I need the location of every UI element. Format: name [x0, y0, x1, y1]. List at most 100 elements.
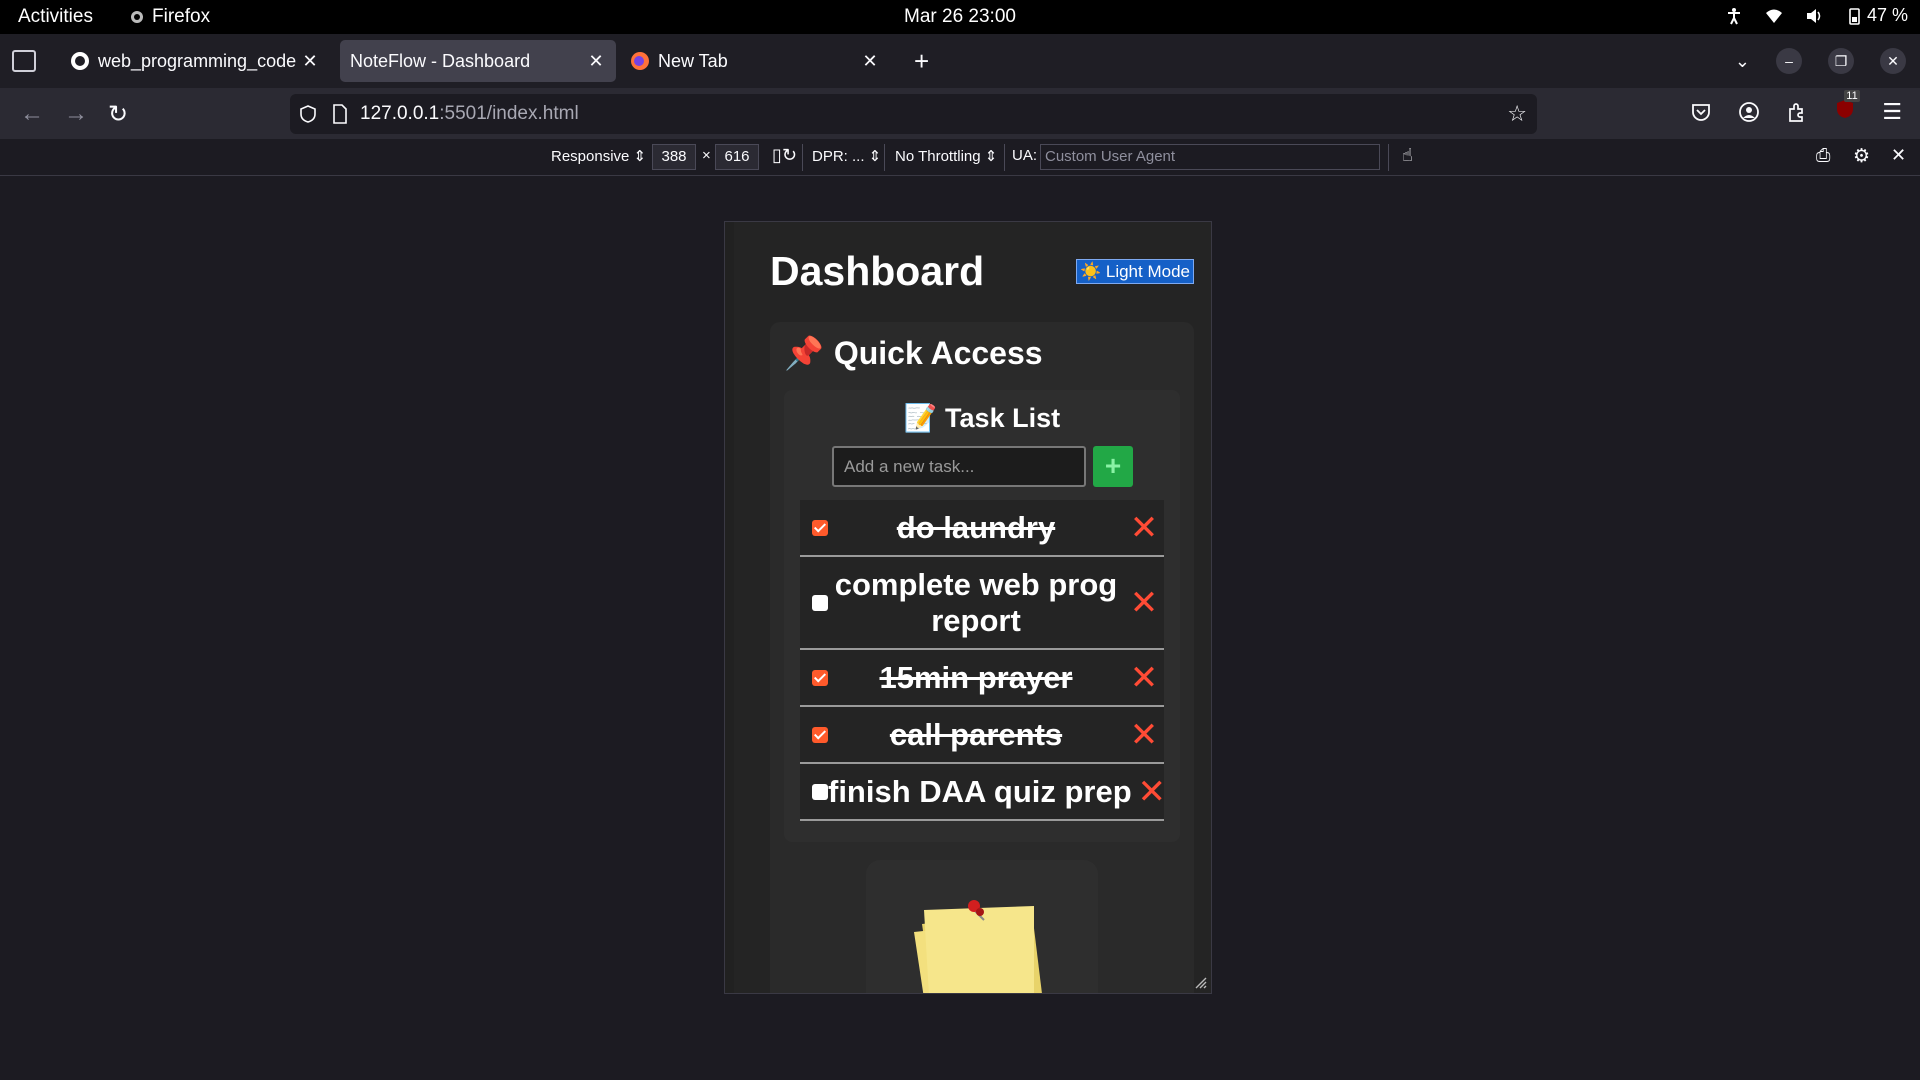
github-icon: [71, 52, 89, 70]
light-mode-button[interactable]: ☀️ Light Mode: [1076, 259, 1194, 284]
task-list-heading: 📝 Task List: [784, 402, 1180, 434]
task-row: complete web prog report ✕: [800, 557, 1164, 650]
delete-task-icon[interactable]: ✕: [1124, 583, 1164, 623]
firefox-app-icon: [131, 11, 143, 23]
task-row: 15min prayer ✕: [800, 650, 1164, 707]
dpr-selector-label: DPR: ...: [812, 148, 865, 165]
close-tab-icon[interactable]: ✕: [586, 51, 606, 72]
task-row: call parents ✕: [800, 707, 1164, 764]
task-checkbox[interactable]: [812, 783, 828, 800]
close-window-button[interactable]: ✕: [1880, 48, 1906, 74]
touch-simulation-icon[interactable]: ☝: [1402, 145, 1413, 166]
tab-label: New Tab: [658, 50, 728, 71]
close-tab-icon[interactable]: ✕: [860, 51, 880, 72]
device-selector[interactable]: Responsive ⇕: [551, 147, 646, 165]
task-checkbox[interactable]: [812, 669, 828, 686]
task-list-card: 📝 Task List + do laundry ✕ complete web …: [784, 390, 1180, 842]
close-rdm-icon[interactable]: ✕: [1891, 145, 1906, 166]
delete-task-icon[interactable]: ✕: [1124, 658, 1164, 698]
back-icon[interactable]: ←: [20, 100, 44, 128]
custom-user-agent-input[interactable]: Custom User Agent: [1040, 144, 1380, 170]
system-tray[interactable]: 47 %: [1725, 5, 1908, 26]
task-row: finish DAA quiz prep ✕: [800, 764, 1166, 821]
task-list: do laundry ✕ complete web prog report ✕ …: [800, 500, 1166, 821]
activities-button[interactable]: Activities: [18, 6, 93, 28]
app-menu[interactable]: Firefox: [130, 6, 210, 28]
forward-icon[interactable]: →: [64, 100, 88, 128]
minimize-button[interactable]: –: [1776, 48, 1802, 74]
accessibility-icon: [1727, 7, 1740, 24]
task-checkbox[interactable]: [812, 594, 828, 611]
battery-percentage: 47 %: [1866, 5, 1908, 25]
system-top-bar: Activities Firefox Mar 26 23:00 47 %: [0, 0, 1920, 34]
tab-label: web_programming_code: [98, 50, 297, 71]
resize-handle-icon[interactable]: [1193, 975, 1207, 989]
page-title: Dashboard: [770, 248, 985, 294]
dpr-selector[interactable]: DPR: ... ⇕: [812, 147, 881, 165]
clock[interactable]: Mar 26 23:00: [904, 6, 1016, 27]
tab-noteflow-dashboard[interactable]: NoteFlow - Dashboard ✕: [340, 40, 616, 82]
task-list-title: Task List: [945, 403, 1061, 433]
delete-task-icon[interactable]: ✕: [1124, 715, 1164, 755]
task-checkbox[interactable]: [812, 726, 828, 743]
tab-web-programming[interactable]: web_programming_code ✕: [60, 40, 330, 82]
pocket-icon[interactable]: [1690, 101, 1712, 123]
page-icon[interactable]: [332, 104, 348, 124]
task-text: complete web prog report: [834, 566, 1118, 638]
throttling-selector[interactable]: No Throttling ⇕: [895, 147, 997, 165]
viewport-height-input[interactable]: 616: [715, 144, 759, 170]
responsive-viewport: Dashboard ☀️ Light Mode 📌 Quick Access 📝…: [724, 221, 1212, 994]
viewport-width-input[interactable]: 388: [652, 144, 696, 170]
sticky-notes-card[interactable]: [866, 860, 1098, 993]
firefox-icon: [631, 52, 649, 70]
tab-strip: web_programming_code ✕ NoteFlow - Dashbo…: [0, 34, 1920, 88]
extension-badge: 11: [1844, 90, 1860, 102]
account-icon[interactable]: [1738, 101, 1760, 123]
quick-access-title: Quick Access: [833, 334, 1043, 371]
tab-label: NoteFlow - Dashboard: [350, 50, 531, 71]
delete-task-icon[interactable]: ✕: [1124, 508, 1164, 548]
url-path: :5501/index.html: [439, 103, 579, 124]
toolbar-separator: [884, 144, 885, 171]
dimension-separator: ×: [702, 147, 711, 164]
reload-icon[interactable]: ↻: [108, 100, 128, 129]
settings-gear-icon[interactable]: ⚙: [1853, 145, 1870, 168]
bookmark-star-icon[interactable]: ☆: [1507, 101, 1527, 127]
url-bar[interactable]: 127.0.0.1:5501/index.html ☆: [290, 94, 1537, 134]
toolbar-separator: [1388, 144, 1389, 171]
task-text: finish DAA quiz prep: [828, 773, 1132, 809]
sticky-note-icon: [914, 900, 1042, 993]
shield-icon[interactable]: [298, 104, 318, 124]
ua-label: UA:: [1012, 147, 1038, 164]
task-checkbox[interactable]: [812, 519, 828, 536]
navigation-bar: ← → ↻ 127.0.0.1:5501/index.html ☆ 11 ☰: [0, 88, 1920, 139]
ublock-extension[interactable]: 11: [1834, 90, 1860, 125]
memo-icon: 📝: [903, 403, 938, 433]
pushpin-icon: 📌: [784, 335, 824, 371]
add-task-button[interactable]: +: [1093, 446, 1133, 487]
extensions-icon[interactable]: [1786, 101, 1808, 123]
tab-new-tab[interactable]: New Tab ✕: [620, 40, 890, 82]
new-task-input[interactable]: [832, 446, 1086, 487]
responsive-design-toolbar: Responsive ⇕ 388 × 616 ▯↻ DPR: ... ⇕ No …: [0, 139, 1920, 176]
toolbar-separator: [802, 144, 803, 171]
list-all-tabs-icon[interactable]: ⌄: [1735, 51, 1750, 72]
task-text: call parents: [889, 716, 1063, 752]
page-body: Dashboard ☀️ Light Mode 📌 Quick Access 📝…: [734, 222, 1211, 993]
toolbar-separator: [1004, 144, 1005, 171]
close-tab-icon[interactable]: ✕: [300, 51, 320, 72]
task-text: 15min prayer: [879, 659, 1073, 695]
firefox-view-icon[interactable]: [12, 50, 36, 72]
new-tab-button[interactable]: +: [914, 46, 929, 77]
device-selector-label: Responsive: [551, 148, 630, 165]
battery-icon: [1849, 7, 1860, 25]
screenshot-icon[interactable]: ⎙: [1816, 145, 1830, 166]
task-row: do laundry ✕: [800, 500, 1164, 557]
quick-access-card: 📌 Quick Access 📝 Task List + do laundry …: [770, 322, 1194, 993]
task-text: do laundry: [896, 509, 1056, 545]
restore-button[interactable]: ❐: [1828, 48, 1854, 74]
rotate-viewport-icon[interactable]: ▯↻: [772, 145, 797, 166]
menu-icon[interactable]: ☰: [1882, 99, 1902, 125]
delete-task-icon[interactable]: ✕: [1132, 772, 1172, 812]
throttling-selector-label: No Throttling: [895, 148, 981, 165]
